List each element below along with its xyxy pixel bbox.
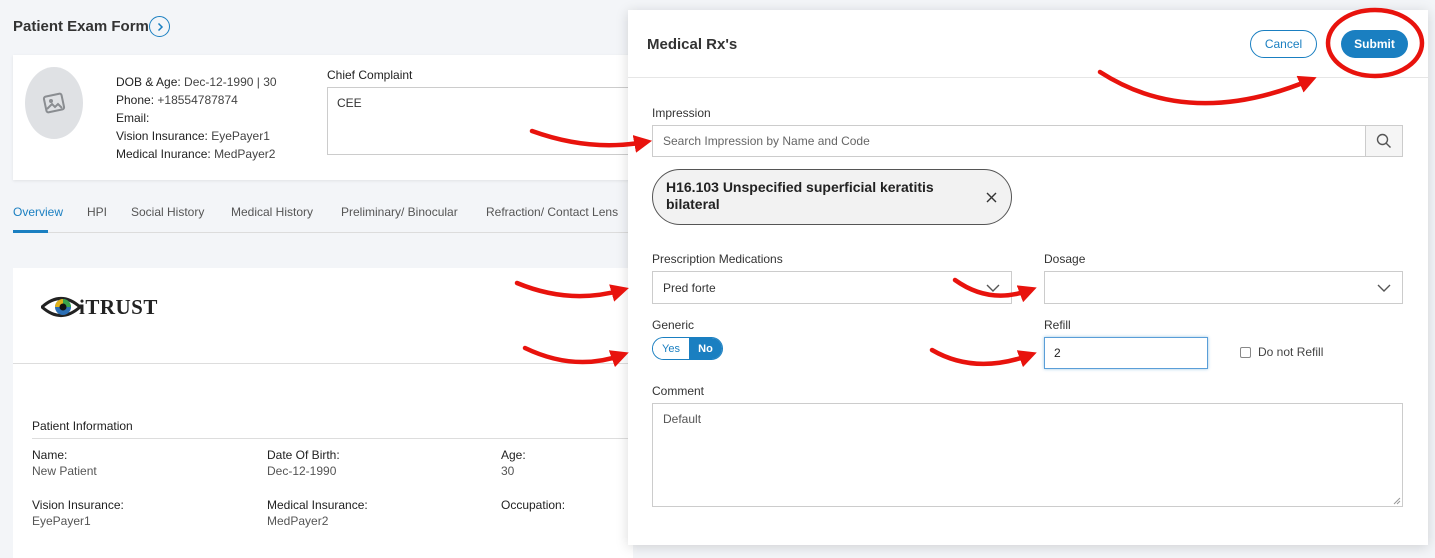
chevron-down-icon	[1377, 284, 1391, 292]
search-icon	[1376, 133, 1391, 148]
field-label: Date Of Birth:	[267, 448, 340, 462]
refill-label: Refill	[1044, 318, 1071, 332]
dob-value: Dec-12-1990 | 30	[184, 75, 277, 89]
field-label: Name:	[32, 448, 68, 462]
field-age: Age: 30	[501, 447, 526, 479]
divider	[13, 363, 628, 364]
impression-search	[652, 125, 1403, 157]
field-occupation: Occupation:	[501, 497, 565, 513]
patient-card: DOB & Age: Dec-12-1990 | 30 Phone: +1855…	[13, 55, 638, 180]
vision-insurance-value: EyePayer1	[211, 129, 270, 143]
tab-preliminary-binocular[interactable]: Preliminary/ Binocular	[341, 205, 458, 219]
impression-chip-label: H16.103 Unspecified superficial keratiti…	[666, 179, 934, 212]
chief-complaint-field[interactable]: CEE	[327, 87, 638, 155]
field-label: Vision Insurance:	[32, 498, 124, 512]
eye-logo-icon	[41, 297, 81, 317]
avatar	[25, 67, 83, 139]
dosage-select[interactable]	[1044, 271, 1403, 304]
tab-hpi[interactable]: HPI	[87, 205, 107, 219]
field-value: MedPayer2	[267, 514, 329, 528]
exam-document: iTRUST Patient Information Name: New Pat…	[13, 268, 633, 558]
image-placeholder-icon	[42, 92, 66, 114]
field-label: Age:	[501, 448, 526, 462]
field-label: Medical Insurance:	[267, 498, 368, 512]
page-title-button[interactable]	[149, 16, 170, 37]
impression-search-input[interactable]	[653, 126, 1365, 156]
field-name: Name: New Patient	[32, 447, 97, 479]
vision-insurance-label: Vision Insurance:	[116, 129, 208, 143]
impression-label: Impression	[652, 106, 711, 120]
divider	[32, 438, 628, 439]
active-tab-indicator	[13, 230, 48, 233]
chevron-down-icon	[986, 284, 1000, 292]
generic-toggle: Yes No	[652, 337, 723, 360]
field-medical-insurance: Medical Insurance: MedPayer2	[267, 497, 368, 529]
generic-yes-option[interactable]: Yes	[653, 338, 689, 359]
phone-value: +18554787874	[157, 93, 238, 107]
email-label: Email:	[116, 111, 150, 125]
generic-no-option[interactable]: No	[689, 338, 722, 359]
dob-label: DOB & Age:	[116, 75, 181, 89]
prescription-medications-value: Pred forte	[663, 280, 716, 295]
do-not-refill-label: Do not Refill	[1258, 345, 1324, 359]
field-value: Dec-12-1990	[267, 464, 337, 478]
tab-overview[interactable]: Overview	[13, 205, 63, 219]
phone-label: Phone:	[116, 93, 155, 107]
field-label: Occupation:	[501, 498, 566, 512]
patient-summary: DOB & Age: Dec-12-1990 | 30 Phone: +1855…	[116, 73, 277, 163]
field-value: EyePayer1	[32, 514, 91, 528]
prescription-medications-label: Prescription Medications	[652, 252, 783, 266]
exam-tabs: Overview HPI Social History Medical Hist…	[13, 195, 628, 233]
tab-refraction-contact-lens[interactable]: Refraction/ Contact Lens	[486, 205, 618, 219]
medical-insurance-label: Medical Inurance:	[116, 147, 211, 161]
generic-label: Generic	[652, 318, 695, 332]
patient-information-title: Patient Information	[32, 419, 133, 433]
logo-text: iTRUST	[79, 294, 158, 319]
modal-title: Medical Rx's	[647, 36, 738, 53]
close-icon[interactable]	[983, 189, 999, 205]
modal-header: Medical Rx's Cancel Submit	[628, 10, 1428, 78]
page-title: Patient Exam Form	[13, 18, 149, 35]
do-not-refill-checkbox[interactable]	[1240, 347, 1251, 358]
medical-insurance-value: MedPayer2	[214, 147, 276, 161]
tab-medical-history[interactable]: Medical History	[231, 205, 313, 219]
field-vision-insurance: Vision Insurance: EyePayer1	[32, 497, 124, 529]
dosage-label: Dosage	[1044, 252, 1086, 266]
cancel-button[interactable]: Cancel	[1250, 30, 1317, 58]
resize-grip-icon[interactable]	[1393, 497, 1401, 505]
chief-complaint-label: Chief Complaint	[327, 68, 413, 82]
impression-chip: H16.103 Unspecified superficial keratiti…	[652, 169, 1012, 225]
medical-rx-modal: Medical Rx's Cancel Submit Impression H1…	[628, 10, 1428, 545]
field-value: 30	[501, 464, 515, 478]
tab-social-history[interactable]: Social History	[131, 205, 204, 219]
comment-label: Comment	[652, 384, 705, 398]
field-value: New Patient	[32, 464, 97, 478]
prescription-medications-select[interactable]: Pred forte	[652, 271, 1012, 304]
impression-search-button[interactable]	[1365, 126, 1402, 156]
comment-textarea[interactable]: Default	[652, 403, 1403, 507]
submit-button[interactable]: Submit	[1341, 30, 1408, 58]
field-date-of-birth: Date Of Birth: Dec-12-1990	[267, 447, 340, 479]
itrust-logo: iTRUST	[41, 292, 158, 322]
chevron-right-icon	[157, 22, 163, 31]
refill-input[interactable]	[1044, 337, 1208, 369]
